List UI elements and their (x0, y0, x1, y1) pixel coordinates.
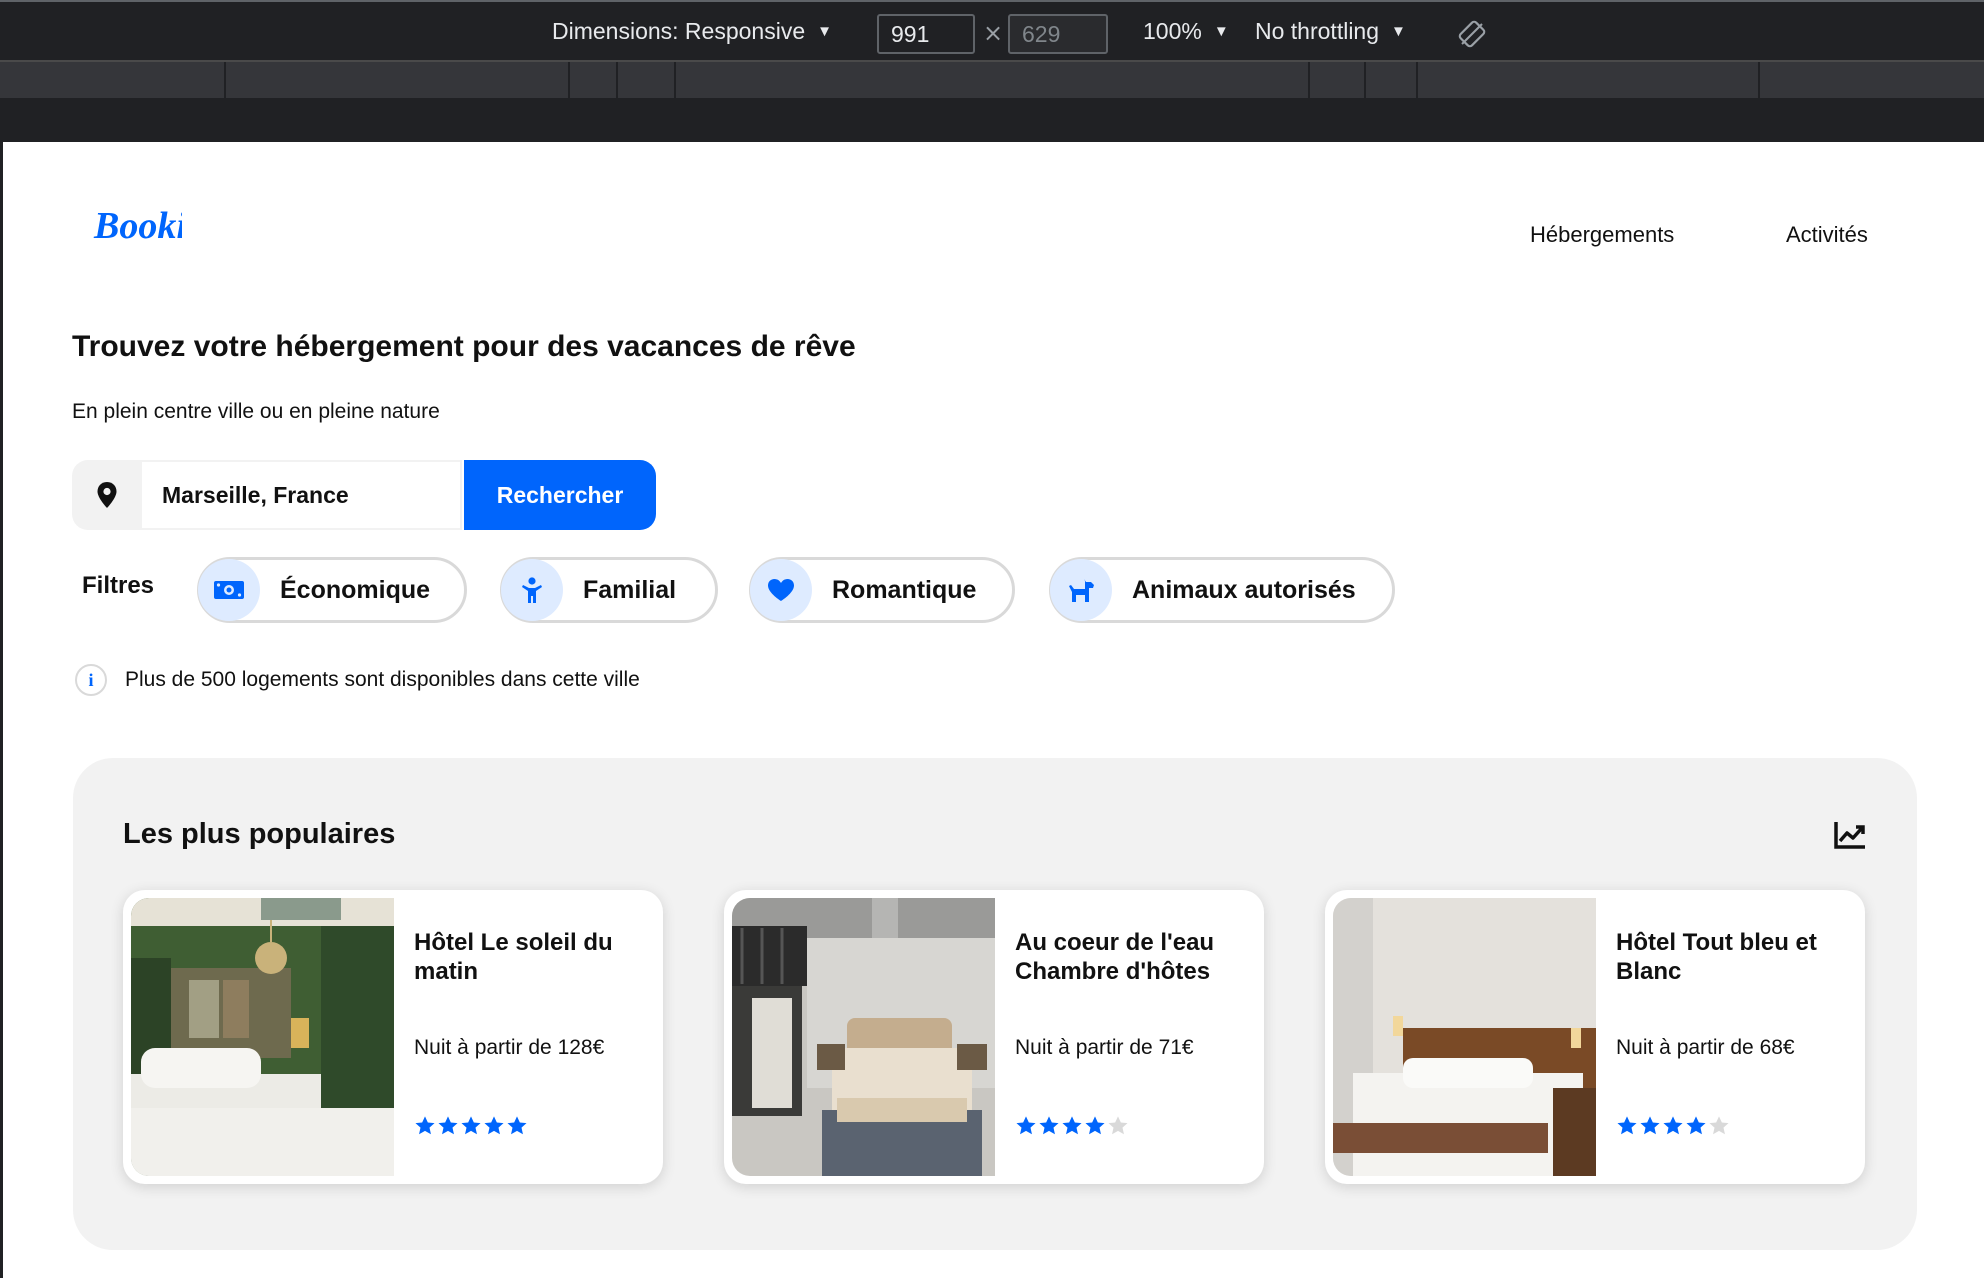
info-text: Plus de 500 logements sont disponibles d… (125, 668, 640, 691)
hotel-photo (732, 898, 995, 1176)
hotel-card[interactable]: Au coeur de l'eau Chambre d'hôtes Nuit à… (724, 890, 1264, 1184)
ruler-divider (674, 62, 676, 98)
ruler-divider (1364, 62, 1366, 98)
hotel-price: Nuit à partir de 128€ (414, 1036, 605, 1059)
ruler-divider (1308, 62, 1310, 98)
ruler-divider (224, 62, 226, 98)
star-filled-icon (1062, 1116, 1082, 1135)
hotel-photo (1333, 898, 1596, 1176)
hotel-price: Nuit à partir de 71€ (1015, 1036, 1194, 1059)
star-empty-icon (1108, 1116, 1128, 1135)
heart-icon (750, 559, 812, 621)
search-button[interactable]: Rechercher (464, 460, 656, 530)
dog-icon (1050, 559, 1112, 621)
chart-line-icon (1834, 822, 1865, 849)
hotel-card[interactable]: Hôtel Tout bleu et Blanc Nuit à partir d… (1325, 890, 1865, 1184)
search-bar: Marseille, France Rechercher (72, 460, 656, 530)
hotel-price: Nuit à partir de 68€ (1616, 1036, 1795, 1059)
filter-animaux[interactable]: Animaux autorisés (1049, 557, 1395, 623)
hotel-name: Hôtel Le soleil du matin (414, 929, 613, 985)
star-rating (1015, 1115, 1130, 1137)
section-title: Les plus populaires (123, 818, 396, 850)
filters-label: Filtres (82, 572, 155, 599)
ruler-divider (1758, 62, 1760, 98)
star-filled-icon (1039, 1116, 1059, 1135)
star-filled-icon (1085, 1116, 1105, 1135)
filter-label: Familial (583, 575, 677, 604)
media-query-bar (0, 62, 1984, 98)
child-icon (501, 559, 563, 621)
star-filled-icon (1016, 1116, 1036, 1135)
star-filled-icon (484, 1116, 504, 1135)
star-filled-icon (415, 1116, 435, 1135)
star-filled-icon (1663, 1116, 1683, 1135)
nav-activites[interactable]: Activités (1786, 222, 1868, 248)
location-pin-icon (72, 460, 142, 530)
star-filled-icon (507, 1116, 527, 1135)
hotel-name: Hôtel Tout bleu et Blanc (1616, 929, 1817, 985)
dimensions-label: Dimensions: Responsive (552, 17, 806, 44)
star-filled-icon (461, 1116, 481, 1135)
filter-romantique[interactable]: Romantique (749, 557, 1015, 623)
booki-page: Booki Hébergements Activités Trouvez vot… (3, 142, 1984, 1278)
filter-label: Économique (280, 575, 431, 604)
filter-economique[interactable]: Économique (197, 557, 467, 623)
devtools-toolbar: Dimensions: Responsive ▼ 991 × 629 100% … (0, 0, 1984, 62)
times-icon: × (983, 19, 1004, 47)
star-rating (1616, 1115, 1731, 1137)
zoom-dropdown[interactable]: 100% ▼ (1143, 2, 1229, 60)
ruler-divider (1416, 62, 1418, 98)
hotel-photo (131, 898, 394, 1176)
throttling-label: No throttling (1255, 17, 1380, 44)
star-empty-icon (1709, 1116, 1729, 1135)
hotel-name: Au coeur de l'eau Chambre d'hôtes (1015, 929, 1215, 985)
star-filled-icon (438, 1116, 458, 1135)
width-input[interactable]: 991 (877, 14, 975, 54)
star-filled-icon (1617, 1116, 1637, 1135)
dimensions-dropdown[interactable]: Dimensions: Responsive ▼ (552, 2, 832, 60)
filter-familial[interactable]: Familial (500, 557, 718, 623)
ruler-divider (616, 62, 618, 98)
throttling-dropdown[interactable]: No throttling ▼ (1255, 2, 1406, 60)
filter-label: Romantique (832, 575, 977, 604)
star-rating (414, 1115, 529, 1137)
page-title: Trouvez votre hébergement pour des vacan… (72, 330, 856, 363)
star-filled-icon (1686, 1116, 1706, 1135)
money-icon (198, 559, 260, 621)
filter-label: Animaux autorisés (1132, 575, 1356, 604)
info-icon: i (75, 664, 107, 696)
ruler-divider (568, 62, 570, 98)
chevron-down-icon: ▼ (1391, 22, 1406, 40)
rotate-icon[interactable] (1458, 20, 1486, 48)
booki-logo[interactable]: Booki (92, 200, 182, 250)
availability-info: i Plus de 500 logements sont disponibles… (75, 664, 640, 696)
chevron-down-icon: ▼ (1213, 22, 1229, 40)
logo-text: Booki (93, 205, 182, 247)
hotel-card[interactable]: Hôtel Le soleil du matin Nuit à partir d… (123, 890, 663, 1184)
popular-section: Les plus populaires Hôtel Le soleil du m… (73, 758, 1917, 1250)
height-input[interactable]: 629 (1008, 14, 1108, 54)
zoom-label: 100% (1143, 17, 1202, 44)
search-input[interactable]: Marseille, France (142, 460, 462, 530)
nav-hebergements[interactable]: Hébergements (1530, 222, 1674, 248)
devtools-gutter (0, 98, 1984, 142)
star-filled-icon (1640, 1116, 1660, 1135)
page-subtitle: En plein centre ville ou en pleine natur… (72, 400, 440, 423)
chevron-down-icon: ▼ (817, 22, 832, 40)
